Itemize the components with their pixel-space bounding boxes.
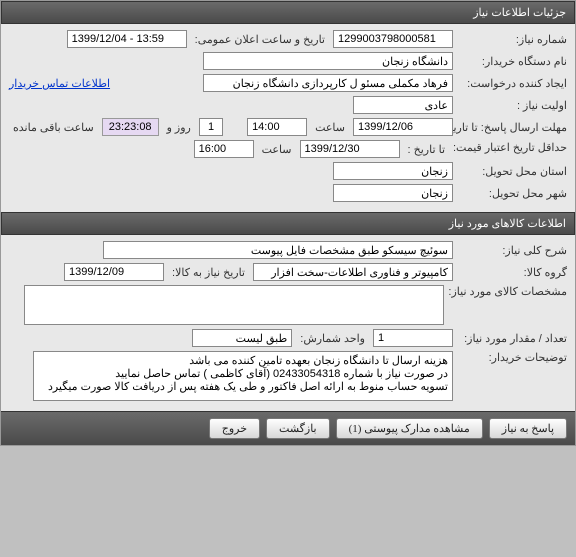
label-announce-datetime: تاریخ و ساعت اعلان عمومی: — [191, 33, 329, 46]
respond-button[interactable]: پاسخ به نیاز — [489, 418, 567, 439]
input-requester[interactable] — [203, 74, 453, 92]
section-title-goods: اطلاعات کالاهای مورد نیاز — [449, 218, 566, 230]
input-delivery-state[interactable] — [333, 162, 453, 180]
label-time-1: ساعت — [311, 121, 349, 134]
link-contact-info[interactable]: اطلاعات تماس خریدار — [9, 77, 110, 90]
label-need-by-date: تاریخ نیاز به کالا: — [168, 266, 249, 279]
input-goods-group[interactable] — [253, 263, 453, 281]
label-min-validity: حداقل تاریخ اعتبار قیمت: — [453, 142, 567, 155]
days-remaining: 1 — [199, 118, 223, 136]
section-body-goods-info: شرح کلی نیاز: گروه کالا: تاریخ نیاز به ک… — [1, 235, 575, 411]
section-body-need-info: شماره نیاز: تاریخ و ساعت اعلان عمومی: نا… — [1, 24, 575, 212]
label-buyer-notes: توضیحات خریدار: — [457, 351, 567, 364]
input-delivery-city[interactable] — [333, 184, 453, 202]
section-header-goods-info: اطلاعات کالاهای مورد نیاز — [1, 212, 575, 235]
label-priority: اولیت نیاز : — [457, 99, 567, 112]
input-response-date[interactable] — [353, 118, 453, 136]
label-delivery-city: شهر محل تحویل: — [457, 187, 567, 200]
label-delivery-state: استان محل تحویل: — [457, 165, 567, 178]
label-general-desc: شرح کلی نیاز: — [457, 244, 567, 257]
label-remaining: ساعت باقی مانده — [9, 121, 98, 134]
label-goods-group: گروه کالا: — [457, 266, 567, 279]
textarea-goods-specs[interactable] — [24, 285, 444, 325]
input-validity-time[interactable] — [194, 140, 254, 158]
label-buyer-org: نام دستگاه خریدار: — [457, 55, 567, 68]
input-response-time[interactable] — [247, 118, 307, 136]
label-quantity: تعداد / مقدار مورد نیاز: — [457, 332, 567, 345]
input-need-number[interactable] — [333, 30, 453, 48]
input-quantity[interactable] — [373, 329, 453, 347]
label-need-number: شماره نیاز: — [457, 33, 567, 46]
countdown-timer: 23:23:08 — [102, 118, 159, 136]
label-goods-specs: مشخصات کالای مورد نیاز: — [448, 285, 567, 298]
section-header-need-info: جزئیات اطلاعات نیاز — [1, 1, 575, 24]
input-buyer-org[interactable] — [203, 52, 453, 70]
label-unit: واحد شمارش: — [296, 332, 369, 345]
input-general-desc[interactable] — [103, 241, 453, 259]
label-requester: ایجاد کننده درخواست: — [457, 77, 567, 90]
back-button[interactable]: بازگشت — [266, 418, 330, 439]
input-priority[interactable] — [353, 96, 453, 114]
input-unit[interactable] — [192, 329, 292, 347]
window-main: جزئیات اطلاعات نیاز شماره نیاز: تاریخ و … — [0, 0, 576, 446]
label-response-deadline: مهلت ارسال پاسخ: تا تاریخ : — [457, 121, 567, 134]
input-need-by-date[interactable] — [64, 263, 164, 281]
exit-button[interactable]: خروج — [209, 418, 260, 439]
label-days-word: روز و — [163, 121, 195, 134]
label-to-date: تا تاریخ : — [404, 143, 449, 156]
footer-bar: پاسخ به نیاز مشاهده مدارک پیوستی (1) باز… — [1, 411, 575, 445]
label-min-validity-text: حداقل تاریخ اعتبار قیمت: — [453, 142, 567, 154]
section-title: جزئیات اطلاعات نیاز — [473, 7, 566, 19]
label-time-2: ساعت — [258, 143, 296, 156]
input-announce-datetime[interactable] — [67, 30, 187, 48]
attachments-button[interactable]: مشاهده مدارک پیوستی (1) — [336, 418, 483, 439]
textarea-buyer-notes[interactable] — [33, 351, 453, 401]
input-validity-date[interactable] — [300, 140, 400, 158]
